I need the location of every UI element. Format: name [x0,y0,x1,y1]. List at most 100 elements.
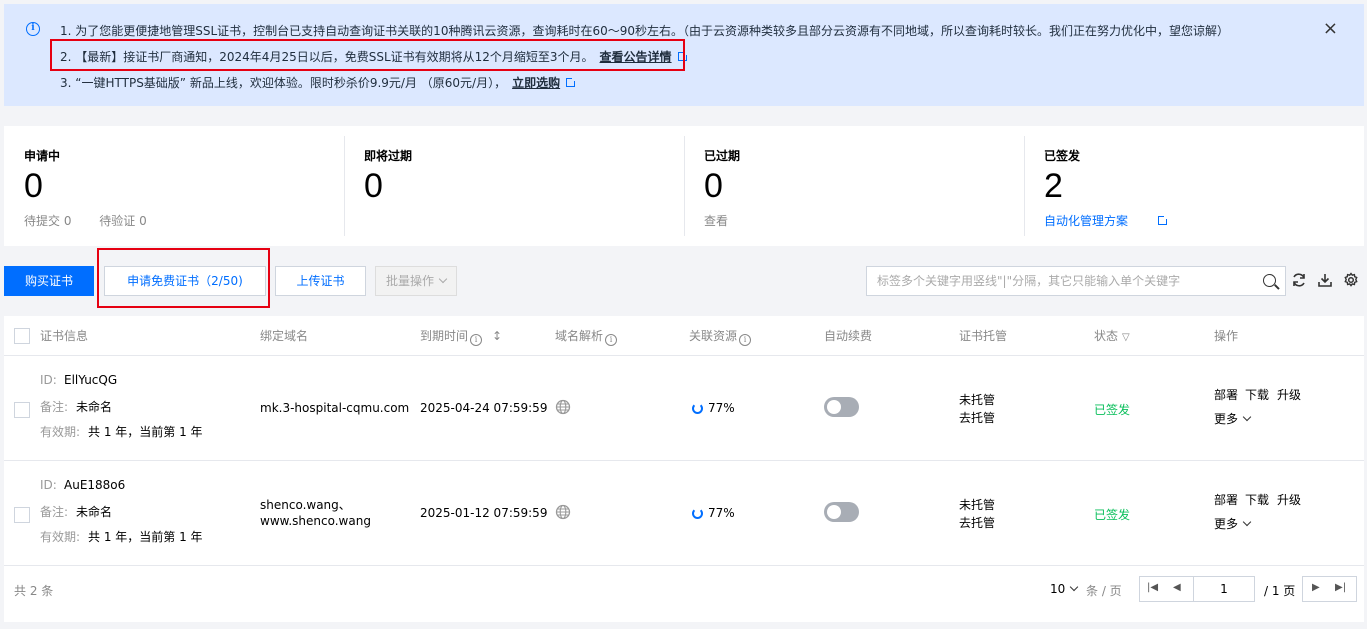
info-icon: i [26,22,40,36]
page-number-input[interactable]: 1 [1193,576,1255,602]
cert-id-link[interactable]: EllYucQG [64,373,117,387]
prev-page-icon[interactable]: ◀ [1173,582,1181,593]
pending-submit-count[interactable]: 待提交 0 [24,214,71,228]
search-input[interactable] [867,267,1247,295]
info-icon[interactable]: i [605,334,618,346]
download-icon[interactable] [1317,272,1333,288]
note-label: 备注: [40,400,69,414]
row-checkbox[interactable] [14,507,30,523]
external-link-icon [1158,214,1170,225]
status-badge: 已签发 [1094,508,1131,522]
more-dropdown[interactable]: 更多 [1214,410,1252,427]
cert-validity: 共 1 年，当前第 1 年 [88,425,203,439]
deploy-link[interactable]: 部署 [1214,491,1238,508]
total-pages: / 1 页 [1264,584,1296,598]
stats-panel: 申请中 0 待提交 0 待验证 0 即将过期 0 已过期 0 查看 已签发 2 … [4,126,1364,246]
row-checkbox[interactable] [14,402,30,418]
table-header: 证书信息 绑定域名 到期时间 i ↕ 域名解析 i 关联资源 i 自动续费 证书托管 状… [4,316,1364,356]
chevron-down-icon [1070,582,1079,592]
upload-certificate-button[interactable]: 上传证书 [275,266,366,296]
first-page-icon[interactable]: |◀ [1147,582,1158,593]
external-link-icon [677,50,689,61]
select-all-checkbox[interactable] [14,328,30,344]
info-icon[interactable]: i [470,334,483,346]
header-dns: 域名解析 i [555,316,618,356]
close-icon[interactable]: × [1323,18,1338,39]
expire-time: 2025-01-12 07:59:59 [420,506,548,520]
pager-nav-left: |◀ ◀ [1139,576,1194,602]
download-link[interactable]: 下载 [1245,491,1269,508]
auto-renew-toggle[interactable] [824,397,859,417]
download-link[interactable]: 下载 [1245,386,1269,403]
auto-renew-toggle[interactable] [824,502,859,522]
stat-sub: 查看 [704,212,1004,229]
globe-icon[interactable] [555,399,571,415]
announcement-details-link[interactable]: 查看公告详情 [600,50,672,64]
cert-note: 未命名 [76,505,113,519]
deploy-link[interactable]: 部署 [1214,386,1238,403]
go-hosting-link[interactable]: 去托管 [959,514,995,531]
globe-icon[interactable] [555,504,571,520]
stat-expired: 已过期 0 查看 [684,126,1024,246]
next-page-icon[interactable]: ▶ [1312,582,1320,593]
bound-domain: shenco.wang、 [260,498,351,512]
header-actions: 操作 [1214,329,1239,343]
buy-certificate-button[interactable]: 购买证书 [4,266,94,296]
upgrade-link[interactable]: 升级 [1277,491,1301,508]
last-page-icon[interactable]: ▶| [1335,582,1346,593]
sort-icon[interactable]: ↕ [492,329,502,343]
header-status[interactable]: 状态 ▽ [1094,316,1130,356]
loading-spinner-icon [692,508,703,519]
header-domain: 绑定域名 [260,329,309,343]
stat-expiring: 即将过期 0 [344,126,684,246]
search-icon[interactable] [1263,274,1276,287]
header-status-label: 状态 [1094,329,1119,343]
page-size-select[interactable]: 10 [1050,582,1079,596]
header-expire[interactable]: 到期时间 i ↕ [420,316,502,356]
go-hosting-link[interactable]: 去托管 [959,409,995,426]
resource-percent: 77% [708,506,735,520]
buy-now-link[interactable]: 立即选购 [512,76,560,90]
resource-percent: 77% [708,401,735,415]
external-link-icon [566,76,578,87]
search-box [866,266,1286,296]
header-cert-info: 证书信息 [40,329,89,343]
stat-label: 申请中 [24,149,61,163]
bound-domain: mk.3-hospital-cqmu.com [260,401,410,415]
header-auto-renew: 自动续费 [824,329,873,343]
settings-gear-icon[interactable] [1343,272,1359,288]
notice-line-2-text: 2. 【最新】接证书厂商通知，2024年4月25日以后，免费SSL证书有效期将从… [60,50,594,64]
header-resources: 关联资源 i [689,316,752,356]
stat-value: 0 [704,167,723,205]
cert-id-link[interactable]: AuE188o6 [64,478,125,492]
cert-validity: 共 1 年，当前第 1 年 [88,530,203,544]
note-label: 备注: [40,505,69,519]
stat-value: 0 [364,167,383,205]
notice-line-3-text: 3. “一键HTTPS基础版” 新品上线，欢迎体验。限时秒杀价9.9元/月 （原… [60,76,507,90]
stat-label: 已签发 [1044,149,1081,163]
automation-plan-link[interactable]: 自动化管理方案 [1044,214,1128,228]
upgrade-link[interactable]: 升级 [1277,386,1301,403]
chevron-down-icon [1242,412,1252,422]
view-expired-link[interactable]: 查看 [704,214,728,228]
more-label: 更多 [1214,517,1239,531]
hosting-status: 未托管 [959,498,996,512]
bound-domain-2: www.shenco.wang [260,514,371,528]
table-row: ID: AuE188o6 备注: 未命名 有效期: 共 1 年，当前第 1 年 … [4,461,1364,566]
chevron-down-icon [1242,517,1252,527]
loading-spinner-icon [692,403,703,414]
resource-progress: 77% [692,401,735,415]
expire-time: 2025-04-24 07:59:59 [420,401,548,415]
status-badge: 已签发 [1094,403,1131,417]
filter-icon[interactable]: ▽ [1122,332,1130,343]
more-dropdown[interactable]: 更多 [1214,515,1252,532]
info-icon[interactable]: i [739,334,752,346]
apply-free-certificate-button[interactable]: 申请免费证书（2/50) [104,266,266,296]
stat-value: 0 [24,167,43,205]
stat-issued: 已签发 2 自动化管理方案 [1024,126,1364,246]
per-page-label: 条 / 页 [1086,584,1122,598]
pending-verify-count[interactable]: 待验证 0 [99,214,146,228]
refresh-icon[interactable] [1291,272,1307,288]
notice-line-3: 3. “一键HTTPS基础版” 新品上线，欢迎体验。限时秒杀价9.9元/月 （原… [60,74,578,91]
notice-line-1: 1. 为了您能更便捷地管理SSL证书，控制台已支持自动查询证书关联的10种腾讯云… [60,24,1230,38]
